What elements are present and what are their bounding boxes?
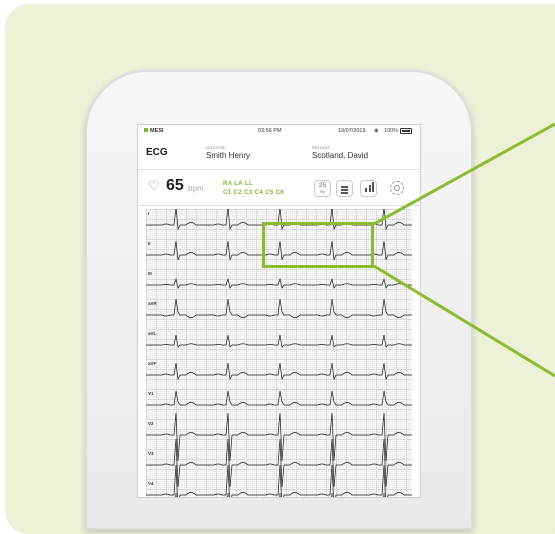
pointer-line-bottom [373,264,555,378]
pointer-line-top [373,122,555,226]
zoom-pointer-lines [373,122,555,378]
